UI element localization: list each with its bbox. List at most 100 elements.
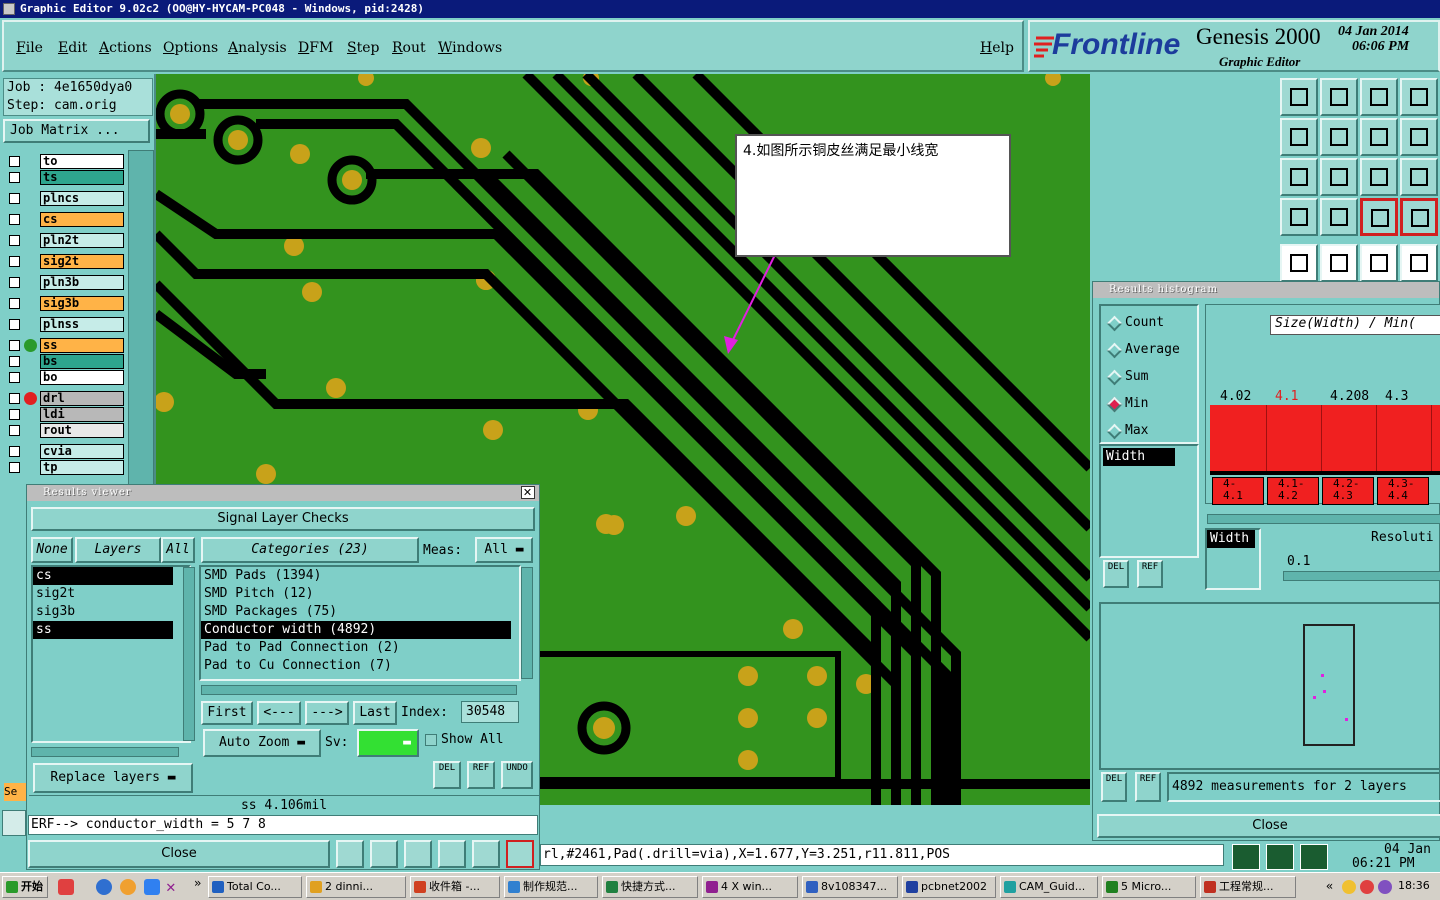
menu-help[interactable]: Help [980,40,1014,56]
taskbar-item[interactable]: 快捷方式... [602,876,698,898]
option-min[interactable]: Min [1101,395,1197,415]
result-layer-item[interactable]: ss [33,621,173,639]
layer-label[interactable]: cs [40,212,124,227]
taskbar-item[interactable]: 制作规范... [504,876,598,898]
category-item[interactable]: Conductor width (4892) [201,621,511,639]
category-item[interactable]: SMD Pads (1394) [201,567,511,585]
layer-row-ss[interactable]: ss [6,338,124,353]
index-input[interactable]: 30548 [461,701,519,723]
target-icon[interactable] [1280,244,1318,282]
layer-row-cvia[interactable]: cvia [6,444,124,459]
chart-icon[interactable] [336,840,364,868]
layer-label[interactable]: cvia [40,444,124,459]
layer-label[interactable]: drl [40,391,124,406]
pen-icon[interactable] [1320,244,1358,282]
viewer-close-button[interactable]: Close [28,840,330,868]
close-icon[interactable]: ✕ [521,486,535,499]
layer-label[interactable]: plnss [40,317,124,332]
category-item[interactable]: SMD Pitch (12) [201,585,511,603]
layer-list-hscroll[interactable] [31,747,179,757]
layer-checkbox[interactable] [9,425,20,436]
ie-icon[interactable] [96,879,112,895]
run-icon[interactable] [1232,844,1260,870]
layer-row-cs[interactable]: cs [6,212,124,227]
home-icon[interactable] [1360,78,1398,116]
right-arrow-icon[interactable] [1320,118,1358,156]
layer-label[interactable]: tp [40,460,124,475]
layer-row-sig2t[interactable]: sig2t [6,254,124,269]
layer-row-pln3b[interactable]: pln3b [6,275,124,290]
category-item[interactable]: Pad to Pad Connection (2) [201,639,511,657]
taskbar-item[interactable]: Total Co... [208,876,302,898]
layer-label[interactable]: pln2t [40,233,124,248]
ratio-icon[interactable] [1360,158,1398,196]
layer-checkbox[interactable] [9,214,20,225]
layer-label[interactable]: pln3b [40,275,124,290]
layer-row-ldi[interactable]: ldi [6,407,124,422]
net-icon[interactable] [1360,198,1398,236]
prev-button[interactable]: <--- [257,701,301,725]
layer-checkbox[interactable] [9,172,20,183]
viewer-undo-button[interactable]: UNDO [501,761,533,789]
taskbar-item[interactable]: 4 X win... [702,876,798,898]
browser-icon[interactable] [120,879,136,895]
layer-row-ts[interactable]: ts [6,170,124,185]
frame-icon[interactable] [1400,78,1438,116]
layer-label[interactable]: rout [40,423,124,438]
preview-ref-button[interactable]: REF [1135,772,1161,802]
snap-icon[interactable] [2,810,26,836]
histogram-ref-button[interactable]: REF [1137,560,1163,588]
option-count[interactable]: Count [1101,314,1197,334]
layer-row-plncs[interactable]: plncs [6,191,124,206]
grid-icon[interactable] [1320,198,1358,236]
menu-actions[interactable]: Actions [99,40,152,56]
auto-zoom-select[interactable]: Auto Zoom ▬ [203,729,321,757]
snake-icon[interactable] [1400,118,1438,156]
start-button[interactable]: 开始 [2,876,48,898]
resolution-slider[interactable] [1283,571,1440,581]
option-average[interactable]: Average [1101,341,1197,361]
dot-icon[interactable] [1400,244,1438,282]
measure-width[interactable]: Width [1103,448,1175,466]
layer-checkbox[interactable] [9,372,20,383]
layer-checkbox[interactable] [9,462,20,473]
histogram-icon[interactable] [506,840,534,868]
layer-label[interactable]: bs [40,354,124,369]
preview-del-button[interactable]: DEL [1101,772,1127,802]
tray-icon[interactable] [1360,880,1374,894]
layer-checkbox[interactable] [9,156,20,167]
taskbar-item[interactable]: 5 Micro... [1102,876,1196,898]
sv-color-select[interactable]: ▬ [357,729,419,757]
last-button[interactable]: Last [353,701,397,725]
cancel-icon[interactable] [404,840,432,868]
layer-checkbox[interactable] [9,277,20,288]
layer-checkbox[interactable] [9,446,20,457]
layer-label[interactable]: to [40,154,124,169]
result-layer-item[interactable]: sig2t [33,585,173,603]
layer-checkbox[interactable] [9,319,20,330]
job-matrix-button[interactable]: Job Matrix ... [3,119,150,143]
taskbar-item[interactable]: 2 dinni... [306,876,406,898]
layer-checkbox[interactable] [9,298,20,309]
categories-hscroll[interactable] [201,685,517,695]
layer-row-tp[interactable]: tp [6,460,124,475]
layer-label[interactable]: ldi [40,407,124,422]
overflow-icon[interactable]: » [194,876,201,890]
layer-row-sig3b[interactable]: sig3b [6,296,124,311]
layer-row-drl[interactable]: drl [6,391,124,406]
layer-list-scrollbar[interactable] [183,567,195,741]
tools-icon[interactable] [1280,198,1318,236]
next-button[interactable]: ---> [305,701,349,725]
tray-expand-icon[interactable]: « [1326,879,1333,893]
option-max[interactable]: Max [1101,422,1197,442]
viewer-ref-button[interactable]: REF [467,761,495,789]
layer-row-to[interactable]: to [6,154,124,169]
layer-label[interactable]: sig2t [40,254,124,269]
layer-label[interactable]: ts [40,170,124,185]
layers-button[interactable]: Layers [75,537,161,563]
menu-step[interactable]: Step [347,40,379,56]
result-layer-item[interactable]: sig3b [33,603,173,621]
layer-checkbox[interactable] [9,256,20,267]
layers-all-button[interactable]: All [161,537,195,563]
layer-checkbox[interactable] [9,193,20,204]
